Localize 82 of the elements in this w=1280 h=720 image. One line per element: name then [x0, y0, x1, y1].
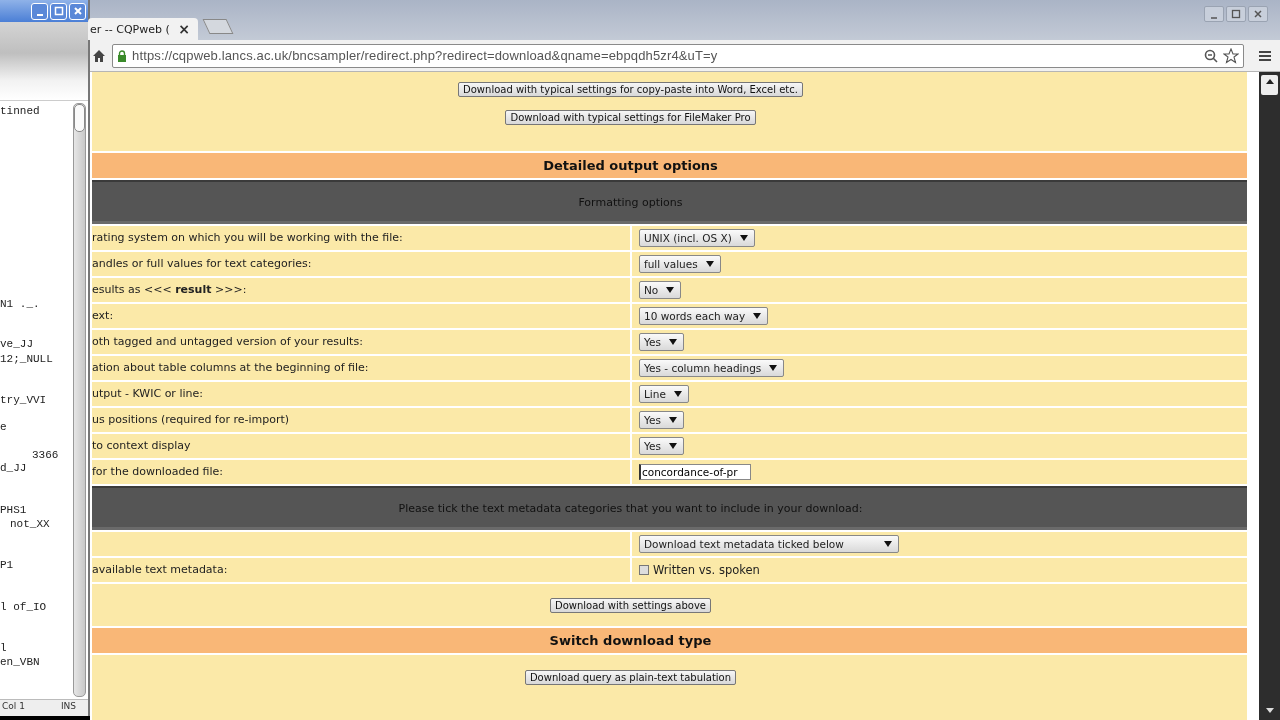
section-header: Detailed output options [92, 153, 1247, 178]
caret-icon [668, 417, 677, 423]
text-line: e [0, 420, 8, 434]
option-label: esults as <<< result >>>: [92, 278, 630, 302]
text-line: en_VBN [0, 655, 41, 669]
lock-icon [117, 49, 127, 62]
text-line: 12;_NULL [0, 352, 54, 366]
insert-mode: INS [60, 701, 76, 713]
caret-icon [673, 391, 682, 397]
home-icon[interactable] [92, 48, 106, 63]
text-line: P1 [0, 558, 15, 572]
maximize-button[interactable] [1226, 6, 1246, 22]
scroll-up-icon[interactable] [1265, 78, 1274, 84]
download-button[interactable]: Download with settings above [550, 598, 711, 613]
text-line: try_VVI [0, 393, 48, 407]
dropdown[interactable]: Download text metadata ticked below [639, 535, 899, 553]
caret-icon [753, 313, 762, 319]
scrollbar[interactable] [1259, 72, 1280, 720]
option-label: rating system on which you will be working with the file: [92, 226, 630, 250]
caret-icon [769, 365, 778, 371]
section-header: Switch download type [92, 628, 1247, 653]
text-line: l [0, 641, 8, 655]
minimize-button[interactable] [1204, 6, 1224, 22]
caret-icon [705, 261, 714, 267]
cursor-position: Col 1 [2, 701, 25, 713]
option-label: ation about table columns at the beginning of file: [92, 356, 630, 380]
maximize-icon [1231, 9, 1241, 19]
tab-title: er -- CQPweb ( [90, 22, 170, 36]
subsection-header: Please tick the text metadata categories that you want to include in your download: [92, 486, 1247, 530]
download-button[interactable]: Download query as plain-text tabulation [524, 670, 737, 685]
dropdown[interactable]: Yes - column headings [639, 359, 785, 377]
text-line: d_JJ [0, 461, 28, 475]
option-label: ext: [92, 304, 630, 328]
close-icon [72, 6, 83, 16]
filename-field[interactable]: concordance-of-pr [639, 464, 751, 480]
dropdown[interactable]: full values [639, 255, 721, 273]
caret-icon [668, 339, 677, 345]
zoom-out-icon[interactable] [1204, 48, 1218, 63]
caret-icon [739, 235, 748, 241]
subsection-header: Formatting options [92, 180, 1247, 224]
close-tab-button[interactable]: × [178, 21, 190, 37]
text-line: not_XX [9, 517, 51, 531]
scrollbar[interactable] [73, 103, 86, 697]
close-button[interactable] [1248, 6, 1268, 22]
menu-icon[interactable] [1258, 49, 1272, 62]
option-label: us positions (required for re-import) [92, 408, 630, 432]
browser-tab[interactable]: er -- CQPweb ( × [88, 18, 198, 40]
text-line: tinned [0, 104, 41, 118]
dropdown[interactable]: Line [639, 385, 689, 403]
dropdown[interactable]: UNIX (incl. OS X) [639, 229, 755, 247]
dropdown[interactable]: 10 words each way [639, 307, 769, 325]
text-line: ve_JJ [0, 337, 34, 351]
option-label: oth tagged and untagged version of your results: [92, 330, 630, 354]
scroll-down-icon[interactable] [1265, 708, 1274, 714]
option-label: for the downloaded file: [92, 460, 630, 484]
dropdown[interactable]: Yes [639, 411, 684, 429]
star-icon[interactable] [1223, 47, 1239, 64]
minimize-icon [36, 13, 43, 16]
download-button[interactable]: Download with typical settings for copy-paste into Word, Excel etc. [458, 82, 803, 97]
checkbox[interactable] [639, 565, 649, 575]
address-bar[interactable]: https://cqpweb.lancs.ac.uk/bncsampler/redirect.php?redirect=download&qname=ebpqdh5zr4&uT=y [112, 43, 1244, 68]
dropdown[interactable]: Yes [639, 333, 684, 351]
checkbox-label: Written vs. spoken [653, 563, 760, 577]
close-icon [1253, 9, 1263, 19]
url-text: https://cqpweb.lancs.ac.uk/bncsampler/redirect.php?redirect=download&qname=ebpqdh5zr4&uT=y [132, 48, 719, 63]
minimize-icon [1211, 16, 1217, 19]
option-label: available text metadata: [92, 558, 630, 582]
text-line: 3366 [31, 448, 60, 462]
download-button[interactable]: Download with typical settings for FileMaker Pro [505, 110, 756, 125]
caret-icon [666, 287, 675, 293]
caret-icon [668, 443, 677, 449]
text-line: N1 ._. [0, 297, 41, 311]
editor-text-area[interactable]: tinned N1 ._. ve_JJ 12;_NULL try_VVI e 3366 d_JJ PHS1 not_XX P1 l of_IO l en_VBN [0, 101, 73, 699]
option-label: to context display [92, 434, 630, 458]
text-line: PHS1 [0, 503, 28, 517]
dropdown[interactable]: Yes [639, 437, 684, 455]
option-label: utput - KWIC or line: [92, 382, 630, 406]
maximize-icon [53, 6, 64, 16]
caret-icon [883, 541, 892, 547]
text-line: l of_IO [0, 600, 48, 614]
dropdown[interactable]: No [639, 281, 682, 299]
option-label: andles or full values for text categories: [92, 252, 630, 276]
